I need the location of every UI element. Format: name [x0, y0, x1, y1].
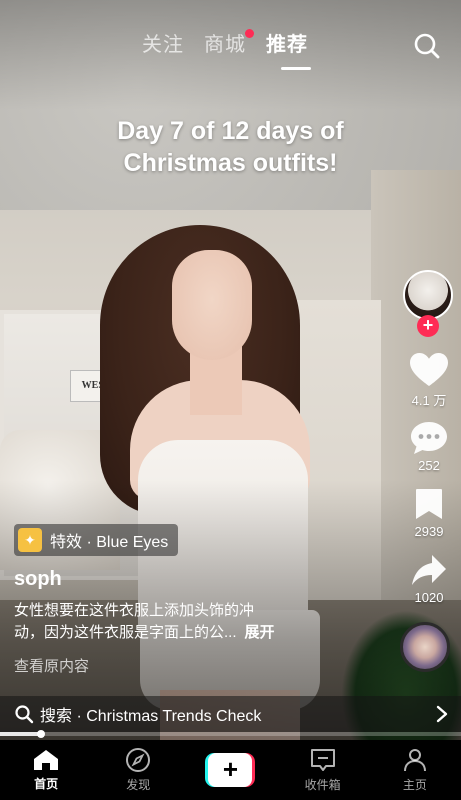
effect-tag[interactable]: ✦ 特效 · Blue Eyes — [14, 524, 179, 556]
video-caption-line2: Christmas outfits! — [123, 149, 338, 177]
tabbar-home[interactable]: 首页 — [0, 740, 92, 800]
chevron-right-icon — [436, 705, 448, 723]
tabbar-inbox-label: 收件箱 — [304, 778, 341, 792]
tab-recommended-label: 推荐 — [266, 34, 308, 56]
tabbar-discover-label: 发现 — [126, 778, 151, 792]
comment-count: 252 — [418, 458, 440, 473]
tab-following-label: 关注 — [142, 34, 184, 56]
favorite-count: 2939 — [414, 524, 444, 539]
profile-icon — [403, 749, 426, 772]
favorite-button[interactable]: 2939 — [400, 486, 458, 539]
tabbar-profile[interactable]: 主页 — [369, 740, 461, 800]
search-button[interactable] — [413, 32, 441, 60]
creator-avatar[interactable] — [403, 270, 453, 320]
bottom-tab-bar: 首页 发现 + 收件箱 主页 — [0, 740, 461, 800]
description-line2: 动，因为这件衣服是字面上的公... — [14, 624, 237, 641]
search-icon — [414, 33, 440, 59]
sparkle-icon: ✦ — [18, 528, 42, 552]
like-count: 4.1 万 — [411, 393, 447, 408]
tabbar-inbox[interactable]: 收件箱 — [277, 740, 369, 800]
like-button[interactable]: 4.1 万 — [400, 352, 458, 409]
comment-icon — [411, 422, 447, 454]
view-original-link[interactable]: 查看原内容 — [14, 655, 89, 676]
video-person-face — [172, 250, 252, 360]
video-caption-overlay: Day 7 of 12 days of Christmas outfits! — [0, 115, 461, 179]
notification-dot — [245, 29, 254, 38]
tabbar-profile-label: 主页 — [402, 778, 427, 792]
heart-icon — [410, 353, 448, 386]
screen: WESTWO Day 7 of 12 days of Christmas out… — [0, 0, 461, 800]
home-icon — [34, 750, 59, 770]
inbox-icon — [310, 749, 335, 771]
tab-mall[interactable]: 商城 — [204, 28, 254, 57]
tabbar-discover[interactable]: 发现 — [92, 740, 184, 800]
share-button[interactable]: 1020 — [400, 552, 458, 605]
comment-button[interactable]: 252 — [400, 420, 458, 473]
share-icon — [412, 555, 446, 585]
video-description[interactable]: 女性想要在这件衣服上添加头饰的冲 动，因为这件衣服是字面上的公... 展开 — [14, 600, 344, 644]
tabbar-home-label: 首页 — [34, 777, 59, 791]
creator-username[interactable]: soph — [14, 568, 62, 591]
bookmark-icon — [416, 489, 442, 519]
tabbar-create[interactable]: + — [184, 740, 276, 800]
top-nav: 关注 商城 推荐 — [0, 28, 461, 70]
tab-following[interactable]: 关注 — [142, 28, 184, 57]
active-tab-indicator — [281, 67, 311, 70]
related-search-text: 搜索 · Christmas Trends Check — [40, 708, 262, 725]
tab-recommended[interactable]: 推荐 — [266, 28, 308, 57]
description-line1: 女性想要在这件衣服上添加头饰的冲 — [14, 602, 255, 619]
video-caption-line1: Day 7 of 12 days of — [117, 117, 344, 145]
effect-label: 特效 · Blue Eyes — [50, 534, 169, 551]
search-icon — [15, 705, 34, 724]
follow-button[interactable]: + — [417, 315, 439, 337]
share-count: 1020 — [414, 590, 444, 605]
playback-progress-fill — [0, 732, 42, 736]
feed-tabs: 关注 商城 推荐 — [142, 28, 308, 57]
expand-button[interactable]: 展开 — [245, 624, 275, 641]
music-disc[interactable] — [400, 622, 450, 672]
playback-progress-bar[interactable] — [0, 730, 461, 738]
related-search-bar[interactable]: 搜索 · Christmas Trends Check — [0, 696, 461, 732]
compass-icon — [126, 748, 151, 772]
tab-mall-label: 商城 — [204, 34, 246, 56]
create-plus-icon: + — [205, 753, 256, 787]
